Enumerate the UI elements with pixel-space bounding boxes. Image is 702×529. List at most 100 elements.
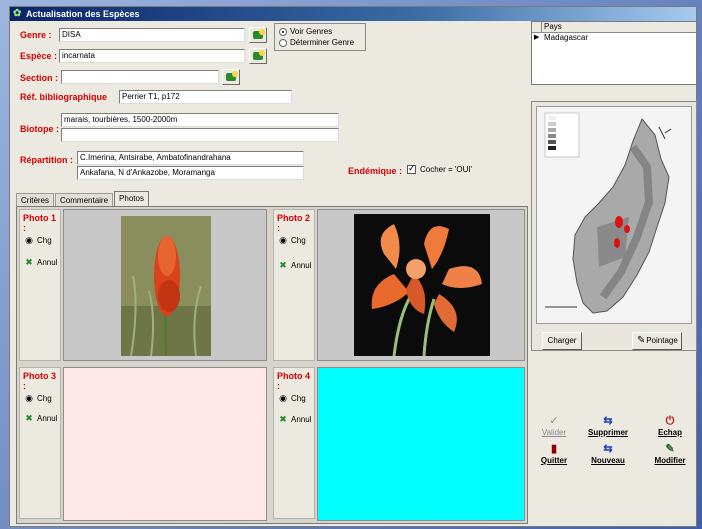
checkbox-box: [407, 163, 416, 175]
country-name: Madagascar: [544, 33, 589, 42]
pointage-label: Pointage: [646, 336, 678, 345]
exit-door-icon: ▮: [550, 443, 558, 455]
photo1-chg-button[interactable]: ◉ Chg: [24, 235, 52, 245]
reference-field[interactable]: Perrier T1, p172: [119, 90, 292, 104]
valider-label: Valider: [541, 428, 567, 437]
country-grid-row[interactable]: ▶ Madagascar: [532, 33, 696, 44]
pencil-icon: ✎: [637, 335, 646, 346]
camera-icon: ◉: [279, 393, 287, 403]
madagascar-map[interactable]: [536, 106, 692, 324]
radio-determiner-genre[interactable]: Déterminer Genre: [279, 37, 361, 48]
row-pointer-icon: ▶: [534, 34, 540, 41]
tab-criteres[interactable]: Critères: [16, 193, 55, 207]
supprimer-button[interactable]: ⇆ Supprimer: [588, 415, 628, 437]
cancel-icon: ✖: [279, 260, 287, 270]
photo1-frame[interactable]: [63, 209, 267, 361]
radio-dot: [279, 27, 287, 36]
section-field[interactable]: [61, 70, 219, 84]
camera-icon: ◉: [25, 393, 33, 403]
quitter-button[interactable]: ▮ Quitter: [534, 443, 574, 465]
photo3-annul-button[interactable]: ✖ Annul: [24, 413, 57, 423]
nouveau-label: Nouveau: [591, 456, 625, 465]
echap-label: Echap: [657, 428, 682, 437]
photo1-label: Photo 1 :: [23, 213, 56, 233]
biotope-label: Biotope :: [20, 124, 59, 134]
section-lookup-button[interactable]: [222, 69, 240, 85]
repartition-field-line1[interactable]: C.Imerina, Antsirabe, Ambatofinandrahana: [77, 151, 304, 165]
radio-label: Déterminer Genre: [290, 38, 355, 47]
camera-icon: ◉: [25, 235, 33, 245]
delete-icon: ⇆: [603, 415, 613, 427]
photo4-label: Photo 4 :: [277, 371, 310, 391]
supprimer-label: Supprimer: [588, 428, 629, 437]
country-grid[interactable]: Pays ▶ Madagascar: [531, 21, 697, 85]
radio-label: Voir Genres: [290, 27, 333, 36]
pointage-button[interactable]: ✎ Pointage: [632, 332, 682, 350]
checkbox-label: Cocher = 'OUI': [420, 165, 473, 174]
cancel-icon: ✖: [25, 257, 33, 267]
biotope-field-line1[interactable]: marais, tourbières, 1500-2000m: [61, 113, 339, 127]
photo4-frame[interactable]: [317, 367, 525, 521]
app-icon: ✿: [13, 8, 22, 19]
charger-button[interactable]: Charger: [542, 332, 582, 350]
endemique-checkbox[interactable]: Cocher = 'OUI': [407, 163, 473, 175]
lookup-icon: [226, 71, 238, 81]
quitter-label: Quitter: [540, 456, 568, 465]
map-panel: Charger ✎ Pointage: [531, 101, 697, 351]
title-bar: ✿ Actualisation des Espèces: [10, 7, 696, 21]
modifier-label: Modifier: [654, 456, 686, 465]
annul-label: Annul: [291, 260, 312, 270]
lookup-icon: [253, 29, 265, 39]
reference-label: Réf. bibliographique: [20, 92, 107, 102]
genre-label: Genre :: [20, 30, 52, 40]
photo4-chg-button[interactable]: ◉ Chg: [278, 393, 306, 403]
nouveau-button[interactable]: ⇆ Nouveau: [588, 443, 628, 465]
photos-tab-panel: Photo 1 : ◉ Chg ✖ Annul Photo 2 : ◉ Chg ✖ An…: [16, 206, 528, 524]
tab-photos[interactable]: Photos: [114, 191, 149, 207]
chg-label: Chg: [291, 235, 306, 245]
photo2-frame[interactable]: [317, 209, 525, 361]
cancel-icon: ✖: [279, 414, 287, 424]
photo2-annul-button[interactable]: ✖ Annul: [278, 260, 311, 270]
radio-voir-genres[interactable]: Voir Genres: [279, 26, 361, 37]
photo2-chg-button[interactable]: ◉ Chg: [278, 235, 306, 245]
camera-icon: ◉: [279, 235, 287, 245]
espece-lookup-button[interactable]: [249, 48, 267, 64]
genre-field[interactable]: DISA: [59, 28, 245, 42]
orchid-photo-2: [354, 214, 490, 356]
photo3-label: Photo 3 :: [23, 371, 56, 391]
photo4-annul-button[interactable]: ✖ Annul: [278, 414, 311, 424]
repartition-label: Répartition :: [20, 155, 73, 165]
modifier-button[interactable]: ✎ Modifier: [650, 443, 690, 465]
photo3-chg-button[interactable]: ◉ Chg: [24, 393, 52, 403]
lookup-icon: [253, 50, 265, 60]
country-grid-header: Pays: [532, 22, 696, 33]
madagascar-map-drawing: [537, 107, 691, 323]
photo3-frame[interactable]: [63, 367, 267, 521]
valider-button[interactable]: ✓ Valider: [534, 415, 574, 437]
annul-label: Annul: [291, 414, 312, 424]
species-window: ✿ Actualisation des Espèces Genre : DISA…: [9, 6, 697, 527]
validate-icon: ✓: [549, 415, 559, 427]
photo1-controls: Photo 1 : ◉ Chg ✖ Annul: [19, 209, 61, 361]
repartition-field-line2[interactable]: Ankafana, N d'Ankazobe, Moramanga: [77, 166, 304, 180]
espece-label: Espèce :: [20, 51, 58, 61]
section-label: Section :: [20, 73, 59, 83]
biotope-field-line2[interactable]: [61, 128, 339, 142]
echap-button[interactable]: ⏻ Echap: [650, 415, 690, 437]
photo2-controls: Photo 2 : ◉ Chg ✖ Annul: [273, 209, 315, 361]
window-title: Actualisation des Espèces: [26, 9, 140, 19]
photo1-annul-button[interactable]: ✖ Annul: [24, 257, 57, 267]
tab-commentaire[interactable]: Commentaire: [55, 193, 114, 207]
new-icon: ⇆: [603, 443, 613, 455]
orchid-photo-1: [121, 216, 211, 356]
espece-field[interactable]: incarnata: [59, 49, 245, 63]
edit-icon: ✎: [665, 443, 675, 455]
photo3-controls: Photo 3 : ◉ Chg ✖ Annul: [19, 367, 61, 519]
cancel-icon: ✖: [25, 413, 33, 423]
radio-dot: [279, 38, 287, 47]
genre-mode-radio-group: Voir Genres Déterminer Genre: [274, 23, 366, 51]
genre-lookup-button[interactable]: [249, 27, 267, 43]
chg-label: Chg: [291, 393, 306, 403]
endemique-label: Endémique :: [348, 166, 403, 176]
